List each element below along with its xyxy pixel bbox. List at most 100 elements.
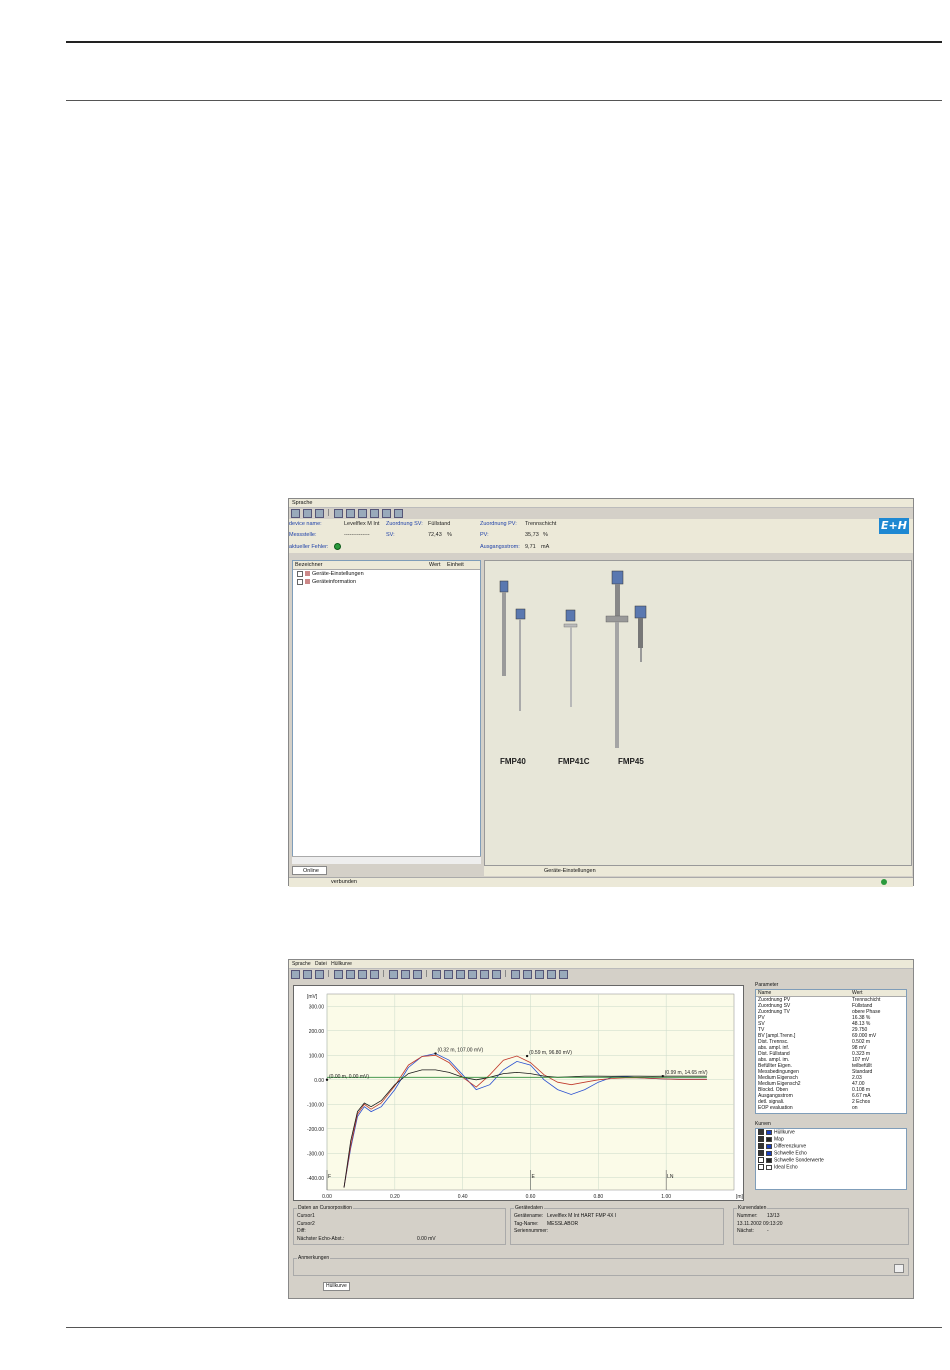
curve-checkbox[interactable] <box>758 1143 764 1149</box>
connect-icon[interactable] <box>334 509 343 518</box>
zoom-icon[interactable] <box>468 970 477 979</box>
tool-icon[interactable] <box>346 970 355 979</box>
col-unit-header[interactable]: Einheit <box>447 562 464 568</box>
cursor-icon[interactable] <box>480 970 489 979</box>
menu-sprache[interactable]: Sprache <box>292 500 313 506</box>
tree-header: Bezeichner Wert Einheit <box>293 561 480 570</box>
view-icon[interactable] <box>303 970 312 979</box>
tab-huellkurve[interactable]: Hüllkurve <box>323 1282 350 1291</box>
settings-icon[interactable] <box>358 509 367 518</box>
copy-icon[interactable] <box>511 970 520 979</box>
curve-checkbox[interactable] <box>758 1150 764 1156</box>
view-icon[interactable] <box>291 970 300 979</box>
open-file-icon[interactable] <box>401 970 410 979</box>
col-value-header[interactable]: Wert <box>429 562 441 568</box>
col-name-header[interactable]: Bezeichner <box>295 562 323 568</box>
envelope-chart[interactable]: 300.00 200.00 100.00 0.00 -100.00 -200.00 -300… <box>294 986 745 1202</box>
view-icon[interactable] <box>315 970 324 979</box>
curve-checkbox[interactable] <box>758 1136 764 1142</box>
param-col-name[interactable]: Name <box>758 990 771 996</box>
first-icon[interactable] <box>523 970 532 979</box>
annotation-point <box>325 1078 329 1081</box>
curve-checkbox[interactable] <box>758 1157 764 1163</box>
curves-list: Hüllkurve Map Differenzkurve Schwelle Echo S… <box>755 1128 907 1190</box>
last-icon[interactable] <box>559 970 568 979</box>
record-icon[interactable] <box>444 970 453 979</box>
envelope-plot: 300.00 200.00 100.00 0.00 -100.00 -200.00 -300… <box>293 985 744 1201</box>
print-icon[interactable] <box>370 509 379 518</box>
view-icon[interactable] <box>303 509 312 518</box>
annotation-label: (0.00 m, 0.00 mV) <box>329 1074 369 1080</box>
tree-item-device-settings[interactable]: Geräte-Einstellungen <box>297 570 364 578</box>
pv-unit: % <box>543 532 548 538</box>
prev-icon[interactable] <box>535 970 544 979</box>
expand-icon[interactable] <box>297 570 303 577</box>
pv-value: 35,73 <box>525 532 539 538</box>
fmp45-probe-image <box>605 570 647 748</box>
curve-checkbox[interactable] <box>758 1129 764 1135</box>
status-ok-icon <box>334 543 341 550</box>
header-rule <box>66 41 942 43</box>
settings-icon[interactable] <box>358 970 367 979</box>
param-col-value[interactable]: Wert <box>852 990 862 996</box>
cursor-rows: Cursor1 Cursor2 Diff: Nächster Echo-Abst.: 0… <box>297 1213 502 1243</box>
kv-row: Cursor2 <box>297 1221 502 1229</box>
pv-label: PV: <box>480 532 489 538</box>
annotation-point <box>525 1054 529 1058</box>
next-icon[interactable] <box>547 970 556 979</box>
curve-toggle-item[interactable]: Schwelle Echo <box>756 1150 906 1157</box>
toolbar-separator <box>505 970 506 977</box>
stop-icon[interactable] <box>456 970 465 979</box>
save-icon[interactable] <box>413 970 422 979</box>
curve-checkbox[interactable] <box>758 1164 764 1170</box>
tool-icon[interactable] <box>346 509 355 518</box>
section-rule <box>66 100 942 101</box>
tree-item-device-info[interactable]: Geräteinformation <box>297 578 356 586</box>
curve-toggle-item[interactable]: Map <box>756 1136 906 1143</box>
curve-toggle-item[interactable]: Differenzkurve <box>756 1143 906 1150</box>
menu-huellkurve[interactable]: Hüllkurve <box>331 961 352 967</box>
curve-label: Ideal Echo <box>774 1164 798 1171</box>
parameter-tree: Bezeichner Wert Einheit Geräte-Einstellu… <box>292 560 481 864</box>
kv-key: Gerätename: <box>514 1213 544 1219</box>
tab-online-label: Online <box>303 868 319 874</box>
export-icon[interactable] <box>382 509 391 518</box>
curve-toggle-item[interactable]: Schwelle Sonderwerte <box>756 1157 906 1164</box>
toolbar-separator <box>383 970 384 977</box>
tab-online[interactable]: Online <box>292 866 327 875</box>
annotation-label: (0.59 m, 96.80 mV) <box>529 1050 572 1056</box>
output-current-value: 9,71 <box>525 544 536 550</box>
parameter-table: Zuordnung PV Trennschicht Zuordnung SV Füll… <box>758 997 908 1111</box>
print-icon[interactable] <box>370 970 379 979</box>
measuring-point-label: Messstelle: <box>289 532 317 538</box>
grid-icon[interactable] <box>492 970 501 979</box>
x-tick-label: 0.40 <box>458 1194 468 1200</box>
envelope-curve-window: Sprache Datei Hüllkurve 300.00 200.00 100.… <box>288 959 914 1299</box>
horizontal-scrollbar[interactable] <box>292 856 481 864</box>
device-label-fmp40: FMP40 <box>500 757 526 766</box>
marker-label: LN <box>667 1174 674 1180</box>
pane-status-bar: Geräte-Einstellungen <box>484 866 912 876</box>
connect-icon[interactable] <box>334 970 343 979</box>
curve-label: Schwelle Sonderwerte <box>774 1157 824 1164</box>
curve-label: Differenzkurve <box>774 1143 807 1150</box>
expand-icon[interactable] <box>297 578 303 585</box>
grid-icon[interactable] <box>394 509 403 518</box>
notes-edit-button[interactable] <box>894 1264 904 1273</box>
curve-color-swatch <box>766 1143 772 1149</box>
kv-value: Levelflex M Int HART FMP 4X I <box>547 1213 617 1219</box>
kv-key: Nächst: <box>737 1228 754 1234</box>
view-icon[interactable] <box>315 509 324 518</box>
kv-row: Gerätename: Levelflex M Int HART FMP 4X I <box>514 1213 719 1221</box>
curve-color-swatch <box>766 1129 772 1135</box>
new-file-icon[interactable] <box>389 970 398 979</box>
curve-toggle-item[interactable]: Hüllkurve <box>756 1129 906 1136</box>
menu-sprache[interactable]: Sprache <box>292 961 311 967</box>
menu-datei[interactable]: Datei <box>315 961 327 967</box>
curve-toggle-item[interactable]: Ideal Echo <box>756 1164 906 1171</box>
sv-label: SV: <box>386 532 395 538</box>
kv-value: MESSLABOR <box>547 1220 579 1227</box>
view-icon[interactable] <box>291 509 300 518</box>
parameter-rows: Name Wert Zuordnung PV Trennschicht Zuordnun… <box>756 990 906 1111</box>
play-icon[interactable] <box>432 970 441 979</box>
